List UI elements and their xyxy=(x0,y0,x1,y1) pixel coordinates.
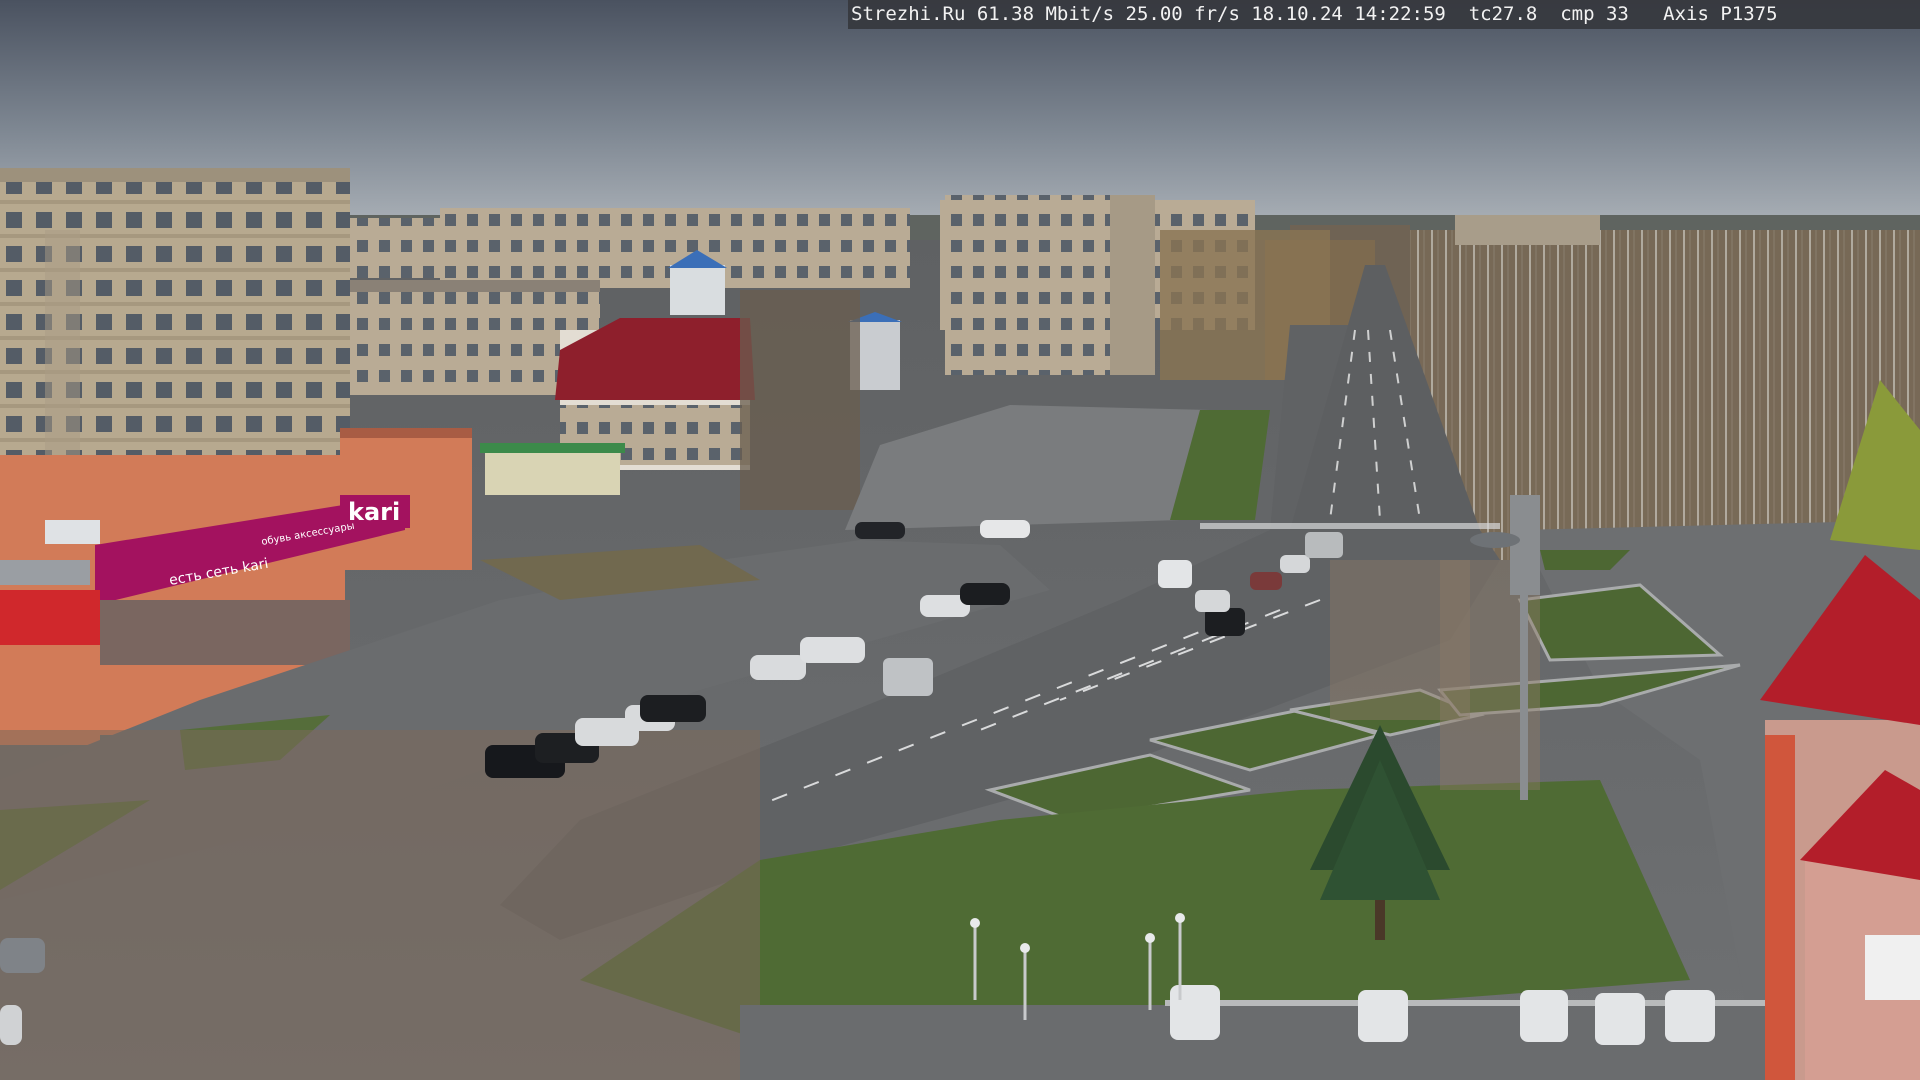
street-scene: kari есть сеть kari обувь аксессуары xyxy=(0,0,1920,1080)
camera-info-overlay: Strezhi.Ru 61.38 Mbit/s 25.00 fr/s 18.10… xyxy=(848,0,1920,29)
far-building xyxy=(1455,215,1600,245)
bare-trees-foreground xyxy=(0,730,760,1080)
blue-roof-house xyxy=(670,265,725,315)
store-brand-sign: kari xyxy=(348,498,400,526)
camera-frame: kari есть сеть kari обувь аксессуары Str… xyxy=(0,0,1920,1080)
